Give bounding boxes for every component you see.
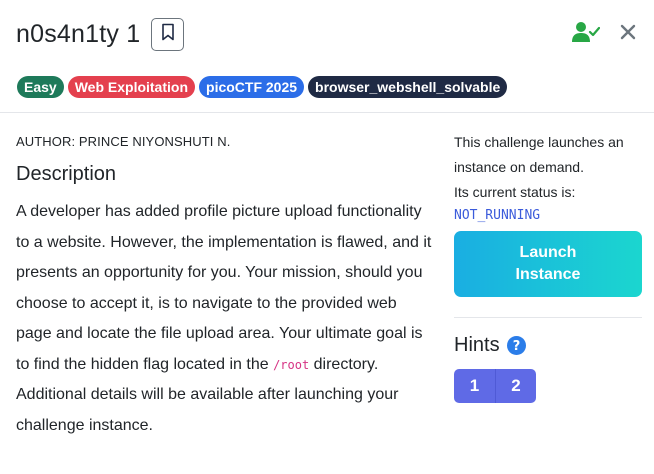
badge-event: picoCTF 2025 bbox=[199, 76, 305, 98]
badge-category: Web Exploitation bbox=[67, 76, 196, 98]
hints-header: Hints ? bbox=[454, 334, 642, 357]
question-circle-icon[interactable]: ? bbox=[506, 336, 526, 355]
challenge-title: n0s4n1ty 1 bbox=[16, 19, 141, 48]
hints-title: Hints bbox=[454, 334, 500, 356]
challenge-header: n0s4n1ty 1 bbox=[16, 16, 638, 52]
badge-difficulty: Easy bbox=[17, 76, 64, 98]
description-heading: Description bbox=[16, 163, 117, 185]
challenge-description-panel: AUTHOR: PRINCE NIYONSHUTI N. Description… bbox=[16, 134, 436, 441]
tag-badges: Easy Web Exploitation picoCTF 2025 brows… bbox=[17, 76, 508, 98]
launch-instance-label: Launch Instance bbox=[515, 244, 581, 283]
close-icon bbox=[620, 24, 636, 45]
solved-status-button[interactable] bbox=[572, 21, 601, 48]
instance-panel: This challenge launches an instance on d… bbox=[454, 130, 642, 403]
hint-button-1[interactable]: 1 bbox=[454, 369, 495, 403]
author-line: AUTHOR: PRINCE NIYONSHUTI N. bbox=[16, 134, 231, 149]
launch-instance-button[interactable]: Launch Instance bbox=[454, 231, 642, 297]
header-divider bbox=[0, 112, 654, 113]
bookmark-button[interactable] bbox=[151, 17, 185, 51]
status-label: Its current status is: bbox=[454, 184, 576, 200]
svg-text:?: ? bbox=[512, 339, 520, 354]
hint-buttons: 1 2 bbox=[454, 369, 536, 403]
status-value: NOT_RUNNING bbox=[454, 208, 541, 223]
instance-info-text: This challenge launches an instance on d… bbox=[454, 134, 624, 175]
description-text: A developer has added profile picture up… bbox=[16, 197, 434, 441]
inline-code-root: /root bbox=[273, 357, 310, 372]
hint-button-2[interactable]: 2 bbox=[495, 369, 536, 403]
description-part-1: A developer has added profile picture up… bbox=[16, 203, 432, 373]
user-check-icon bbox=[572, 21, 601, 48]
hints-divider bbox=[454, 317, 642, 318]
badge-solvable: browser_webshell_solvable bbox=[308, 76, 508, 98]
close-button[interactable] bbox=[618, 24, 638, 44]
challenge-page: n0s4n1ty 1 Easy Web Exploitation picoCTF… bbox=[0, 0, 654, 474]
bookmark-icon bbox=[161, 23, 175, 46]
header-actions bbox=[572, 16, 638, 52]
